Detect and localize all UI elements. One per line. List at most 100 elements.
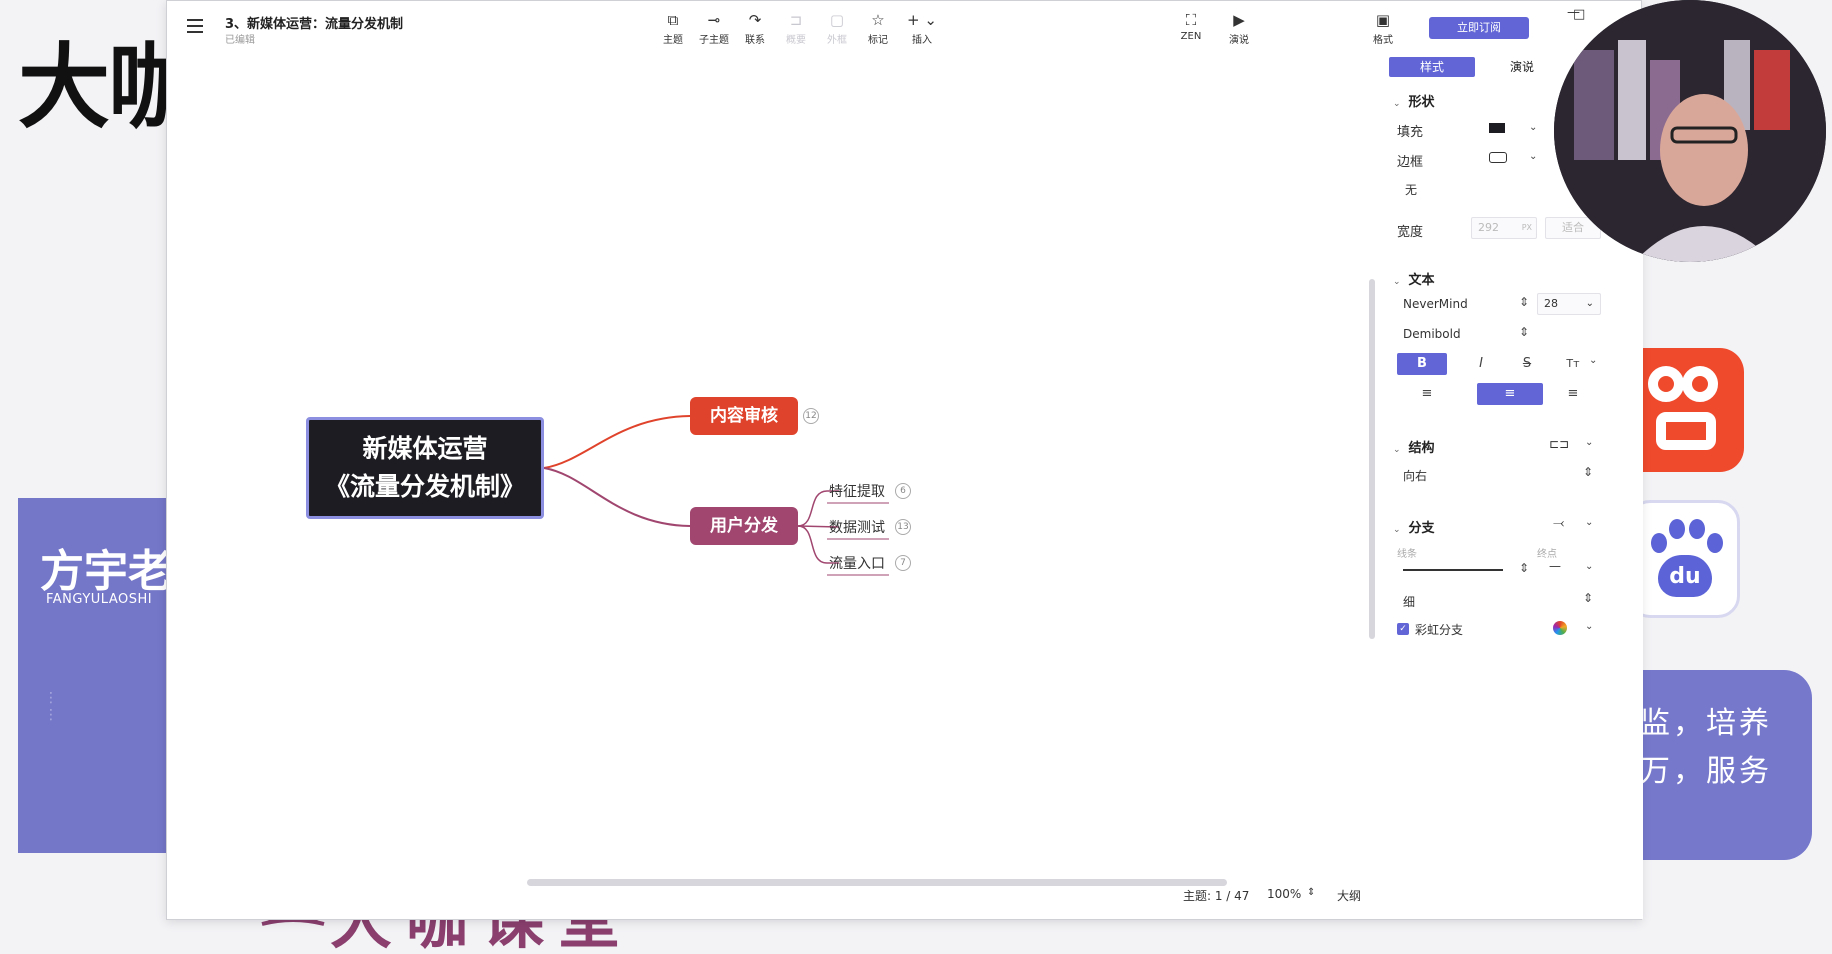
presenter-pinyin: FANGYULAOSHI <box>46 592 153 607</box>
subtopic-data-test[interactable]: 数据测试 <box>829 517 885 537</box>
subscribe-button[interactable]: 立即订阅 <box>1429 17 1529 39</box>
topic-counter: 主题: 1 / 47 <box>1183 889 1250 903</box>
outline-button[interactable]: 大纲 <box>1337 887 1361 904</box>
border-value[interactable]: 无 <box>1405 181 1417 198</box>
chevron-down-icon[interactable]: ⌄ <box>1585 561 1593 572</box>
horizontal-scrollbar[interactable] <box>527 879 1227 886</box>
chevron-down-icon[interactable]: ⌄ <box>1585 437 1593 448</box>
tab-pitch[interactable]: 演说 <box>1479 57 1565 77</box>
toolbar: 3、新媒体运营：流量分发机制 已编辑 ⧉ 主题 ⊸ 子主题 ↷ 联系 ⊐ 概要 … <box>167 1 1641 51</box>
topic-icon: ⧉ <box>667 11 679 29</box>
mindmap-canvas[interactable]: 新媒体运营 《流量分发机制》 内容审核 12 用户分发 特征提取 6 数据测试 … <box>167 51 1377 919</box>
chevron-down-icon[interactable]: ⌄ <box>1585 517 1593 528</box>
vertical-scrollbar[interactable] <box>1369 279 1375 639</box>
webcam-overlay <box>1554 0 1826 262</box>
relationship-button[interactable]: ↷ 联系 <box>735 11 775 46</box>
maximize-icon[interactable]: □ <box>1573 7 1585 22</box>
fill-label: 填充 <box>1397 125 1424 140</box>
chevron-down-icon[interactable]: ⌄ <box>1529 151 1537 162</box>
italic-button[interactable]: I <box>1461 353 1501 375</box>
section-shape[interactable]: ⌄ 形状 <box>1393 91 1435 110</box>
boundary-button[interactable]: ▢ 外框 <box>817 11 857 46</box>
fill-color-swatch[interactable] <box>1489 123 1505 133</box>
collapsed-count-badge[interactable]: 13 <box>895 519 911 535</box>
document-status: 已编辑 <box>225 35 255 46</box>
stepper-icon[interactable]: ⇕ <box>1583 591 1593 605</box>
bold-button[interactable]: B <box>1397 353 1447 375</box>
connector-root-b1 <box>543 415 691 469</box>
collapsed-count-badge[interactable]: 12 <box>803 408 819 424</box>
rainbow-branch-label: 彩虹分支 <box>1415 623 1464 637</box>
connector-root-b2 <box>543 467 691 527</box>
stepper-icon[interactable]: ⇕ <box>1519 561 1529 575</box>
border-label: 边框 <box>1397 155 1424 170</box>
chevron-down-icon[interactable]: ⌄ <box>1589 355 1597 366</box>
section-branch[interactable]: ⌄ 分支 <box>1393 517 1435 536</box>
pitch-button[interactable]: ▶ 演说 <box>1219 11 1259 46</box>
insert-button[interactable]: + ⌄ 插入 <box>902 11 942 46</box>
stepper-icon[interactable]: ⇕ <box>1519 325 1529 339</box>
boundary-icon: ▢ <box>829 11 845 29</box>
subtopic-icon: ⊸ <box>707 11 721 29</box>
section-structure[interactable]: ⌄ 结构 <box>1393 437 1435 456</box>
collapsed-count-badge[interactable]: 7 <box>895 555 911 571</box>
branch-style-icon[interactable]: ⤙ <box>1553 515 1564 531</box>
rainbow-branch-checkbox[interactable]: ✓ <box>1397 623 1409 635</box>
structure-select[interactable]: 向右 <box>1403 467 1427 484</box>
line-label: 线条 <box>1397 549 1417 560</box>
line-end-select[interactable]: — <box>1549 559 1561 573</box>
subtopic-button[interactable]: ⊸ 子主题 <box>694 11 734 46</box>
promo-line-1: 监，培养 <box>1640 706 1772 741</box>
align-right-icon[interactable]: ≡ <box>1553 383 1593 405</box>
pitch-icon: ▶ <box>1233 11 1245 29</box>
subtopic-traffic-entry[interactable]: 流量入口 <box>829 553 885 573</box>
chevron-down-icon[interactable]: ⌄ <box>1529 122 1537 133</box>
star-icon: ☆ <box>871 11 885 29</box>
subtopic-feature-extraction[interactable]: 特征提取 <box>829 481 885 501</box>
line-style-select[interactable] <box>1403 569 1503 571</box>
stepper-icon[interactable]: ⇕ <box>1583 465 1593 479</box>
root-topic[interactable]: 新媒体运营 《流量分发机制》 <box>306 417 544 519</box>
align-left-icon[interactable]: ≡ <box>1407 383 1447 405</box>
menu-icon[interactable] <box>187 19 203 33</box>
border-shape-icon[interactable] <box>1489 152 1507 163</box>
section-text[interactable]: ⌄ 文本 <box>1393 269 1435 288</box>
font-weight-select[interactable]: Demibold <box>1403 327 1461 341</box>
zoom-stepper-icon[interactable]: ⇕ <box>1307 887 1315 898</box>
width-input[interactable]: 292 PX <box>1471 217 1537 239</box>
rainbow-color-icon[interactable] <box>1553 621 1567 635</box>
summary-icon: ⊐ <box>789 11 803 29</box>
faint-decoration: ⋮ ⋮ <box>44 690 58 723</box>
baidu-logo-text: du <box>1658 555 1712 597</box>
align-center-icon[interactable]: ≡ <box>1477 383 1543 405</box>
line-thickness-select[interactable]: 细 <box>1403 593 1415 610</box>
width-label: 宽度 <box>1397 225 1424 240</box>
summary-button[interactable]: ⊐ 概要 <box>776 11 816 46</box>
zen-button[interactable]: ⛶ ZEN <box>1171 11 1211 42</box>
promo-card-text: 监，培养 万，服务 <box>1640 700 1772 796</box>
relationship-icon: ↷ <box>748 11 762 29</box>
topic-button[interactable]: ⧉ 主题 <box>653 11 693 46</box>
font-family-select[interactable]: NeverMind <box>1403 297 1468 311</box>
text-case-button[interactable]: Tт <box>1553 353 1593 375</box>
structure-icon[interactable]: ⊏⊐ <box>1549 437 1569 451</box>
branch-topic-user-distribution[interactable]: 用户分发 <box>690 507 798 545</box>
format-button[interactable]: ▣ 格式 <box>1363 11 1403 46</box>
marker-button[interactable]: ☆ 标记 <box>858 11 898 46</box>
plus-icon: + ⌄ <box>907 11 937 29</box>
end-label: 终点 <box>1537 549 1557 560</box>
branch-topic-content-review[interactable]: 内容审核 <box>690 397 798 435</box>
tab-style[interactable]: 样式 <box>1389 57 1475 77</box>
presenter-video-image <box>1554 0 1826 262</box>
stepper-icon[interactable]: ⇕ <box>1519 295 1529 309</box>
strikethrough-button[interactable]: S <box>1507 353 1547 375</box>
baidu-logo-icon: du <box>1628 500 1740 618</box>
root-topic-line-2: 《流量分发机制》 <box>324 472 525 501</box>
font-size-select[interactable]: 28 ⌄ <box>1537 293 1601 315</box>
root-topic-line-1: 新媒体运营 <box>362 434 488 463</box>
chevron-down-icon[interactable]: ⌄ <box>1585 621 1593 632</box>
zoom-level[interactable]: 100% <box>1267 887 1301 901</box>
format-icon: ▣ <box>1375 11 1391 29</box>
presenter-name: 方宇老 <box>40 546 172 597</box>
collapsed-count-badge[interactable]: 6 <box>895 483 911 499</box>
